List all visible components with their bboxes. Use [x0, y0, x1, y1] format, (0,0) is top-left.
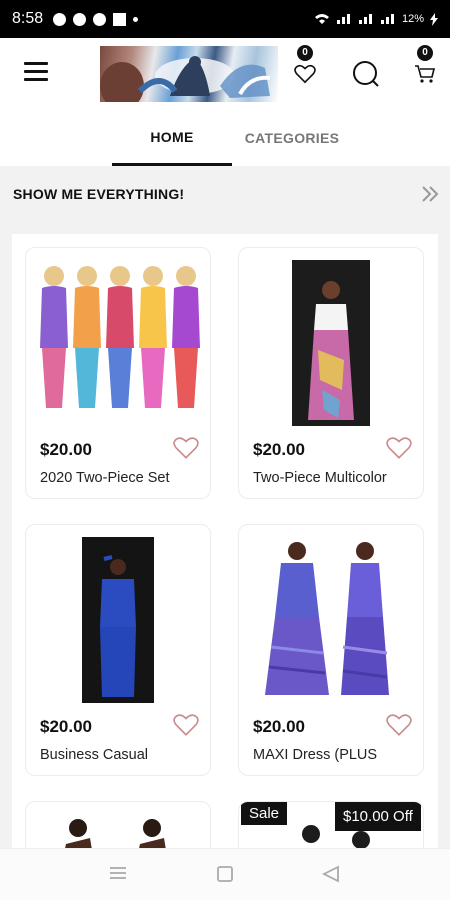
messenger-icon [73, 12, 87, 26]
wishlist-count-badge: 0 [297, 45, 313, 61]
cart-icon [415, 65, 436, 83]
back-button[interactable] [321, 865, 340, 888]
battery-charging-icon [430, 12, 438, 26]
system-nav-bar [0, 848, 450, 900]
product-price: $20.00 [253, 440, 305, 459]
signal-2-icon [358, 14, 372, 24]
add-to-wishlist-button[interactable] [386, 436, 412, 465]
heart-icon [386, 714, 412, 736]
recents-icon [110, 867, 126, 879]
signal-icon [336, 14, 350, 24]
notification-icons [53, 12, 139, 26]
wishlist-button[interactable] [294, 64, 316, 89]
logo-artwork [100, 56, 271, 102]
store-logo[interactable] [100, 46, 278, 102]
product-price: $20.00 [40, 440, 92, 459]
product-image [40, 266, 200, 408]
app-notification-icon [113, 12, 127, 26]
status-bar: 8:58 12% [0, 0, 450, 38]
home-button[interactable] [216, 865, 234, 888]
tab-home[interactable]: HOME [112, 110, 232, 166]
tab-categories[interactable]: CATEGORIES [232, 110, 352, 166]
product-image [265, 542, 389, 695]
product-name: Two-Piece Multicolor [253, 470, 387, 486]
home-icon [217, 866, 233, 882]
product-image [292, 260, 370, 426]
back-icon [321, 865, 339, 883]
status-time: 8:58 [12, 10, 44, 27]
menu-icon[interactable] [24, 62, 48, 82]
sale-badge: Sale [241, 802, 288, 825]
add-to-wishlist-button[interactable] [173, 713, 199, 742]
system-icons: 12% [314, 12, 438, 26]
product-card[interactable]: $20.00 Business Casual [25, 524, 211, 776]
product-grid: $20.00 2020 Two-Piece Set $20.00 Two-Pie… [12, 234, 438, 861]
youtube-icon [93, 12, 107, 26]
product-card[interactable]: $20.00 Two-Piece Multicolor [238, 247, 424, 499]
wifi-icon [314, 14, 329, 24]
add-to-wishlist-button[interactable] [173, 436, 199, 465]
heart-icon [386, 437, 412, 459]
search-icon [353, 61, 379, 87]
product-price: $20.00 [253, 717, 305, 736]
heart-icon [173, 437, 199, 459]
main-tabs: HOME CATEGORIES [0, 110, 450, 166]
product-name: MAXI Dress (PLUS [253, 747, 378, 763]
product-image [82, 537, 154, 703]
heart-icon [173, 714, 199, 736]
product-name: Business Casual [40, 747, 148, 763]
product-card[interactable]: $20.00 2020 Two-Piece Set [25, 247, 211, 499]
double-chevron-right-icon [422, 186, 439, 202]
add-to-wishlist-button[interactable] [386, 713, 412, 742]
product-name: 2020 Two-Piece Set [40, 470, 170, 486]
see-all-button[interactable] [420, 184, 440, 209]
app-header: 0 0 [0, 38, 450, 110]
more-notifications-icon [133, 16, 139, 22]
signal-3-icon [380, 14, 394, 24]
heart-icon [294, 64, 316, 84]
product-card[interactable]: $20.00 MAXI Dress (PLUS [238, 524, 424, 776]
whatsapp-icon [53, 12, 67, 26]
section-title: SHOW ME EVERYTHING! [13, 186, 185, 202]
battery-level: 12% [401, 13, 424, 25]
cart-button[interactable] [414, 64, 436, 89]
search-button[interactable] [352, 60, 380, 93]
discount-badge: $10.00 Off [335, 802, 421, 831]
product-price: $20.00 [40, 717, 92, 736]
cart-count-badge: 0 [417, 45, 433, 61]
recents-button[interactable] [108, 865, 128, 886]
